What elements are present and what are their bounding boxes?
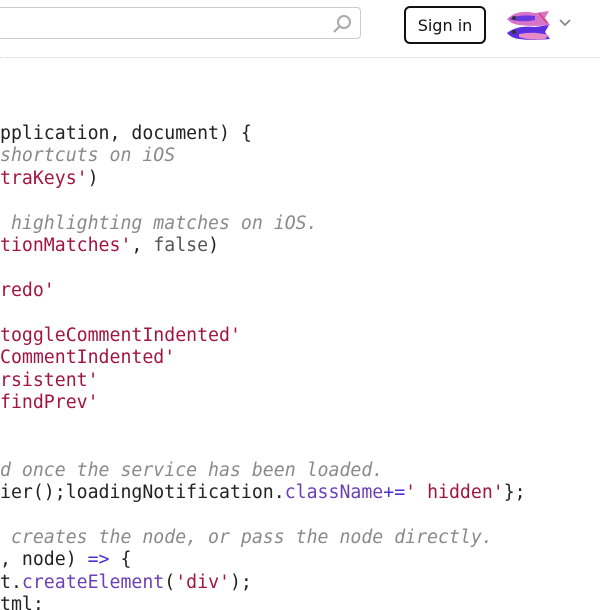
code-token: findPrev' bbox=[0, 392, 99, 414]
code-token: highlighting matches on iOS. bbox=[0, 212, 318, 234]
code-token: t. bbox=[0, 571, 22, 593]
code-token: , bbox=[131, 235, 154, 257]
code-line: rsistent' bbox=[0, 370, 526, 392]
code-token: redo' bbox=[0, 280, 55, 302]
code-token: ' hidden' bbox=[405, 482, 504, 503]
sign-in-button[interactable]: Sign in bbox=[404, 6, 486, 44]
code-line: ier();loadingNotification.className+=' h… bbox=[0, 482, 526, 504]
code-line: toggleCommentIndented' bbox=[0, 325, 526, 347]
code-line: highlighting matches on iOS. bbox=[0, 213, 526, 235]
code-token: ); bbox=[229, 571, 252, 593]
code-line: CommentIndented' bbox=[0, 347, 526, 369]
code-token: ier();loadingNotification. bbox=[0, 482, 285, 503]
code-line: t.createElement('div'); bbox=[0, 572, 526, 594]
code-token: d once the service has been loaded. bbox=[0, 459, 384, 481]
code-token: creates the node, or pass the node direc… bbox=[0, 526, 493, 548]
code-token: ) bbox=[208, 235, 220, 257]
code-line: tml; bbox=[0, 594, 526, 610]
fish-logo-icon[interactable] bbox=[505, 8, 553, 42]
chevron-down-icon[interactable] bbox=[558, 15, 572, 29]
code-token: traKeys' bbox=[0, 167, 88, 189]
code-token: += bbox=[383, 482, 406, 503]
code-line: findPrev' bbox=[0, 392, 526, 414]
code-token: false bbox=[153, 235, 209, 257]
code-token: pplication, document) { bbox=[0, 123, 252, 144]
code-line: pplication, document) { bbox=[0, 123, 526, 145]
code-token: 'div' bbox=[175, 571, 230, 593]
code-token: toggleCommentIndented' bbox=[0, 324, 241, 346]
code-line: tionMatches', false) bbox=[0, 235, 526, 257]
code-token: ( bbox=[164, 571, 176, 593]
search-icon[interactable] bbox=[332, 14, 352, 34]
code-token: }; bbox=[503, 482, 526, 503]
code-line: d once the service has been loaded. bbox=[0, 460, 526, 482]
code-token: className bbox=[284, 482, 384, 503]
code-token: createElement bbox=[21, 571, 165, 593]
code-token: shortcuts on iOS bbox=[0, 145, 176, 167]
code-token: , node) bbox=[0, 549, 88, 571]
code-token: CommentIndented' bbox=[0, 347, 176, 369]
code-token: tionMatches' bbox=[0, 235, 132, 257]
code-block: pplication, document) {shortcuts on iOS t… bbox=[0, 123, 526, 610]
search-input[interactable] bbox=[0, 7, 361, 39]
code-token: ) bbox=[87, 167, 99, 189]
code-token: => bbox=[87, 549, 110, 571]
code-token: tml; bbox=[0, 594, 44, 610]
code-line: redo' bbox=[0, 280, 526, 302]
header-divider bbox=[0, 57, 600, 58]
code-line: traKeys') bbox=[0, 168, 526, 190]
code-line: shortcuts on iOS bbox=[0, 145, 526, 167]
code-token: { bbox=[109, 549, 132, 571]
code-line: creates the node, or pass the node direc… bbox=[0, 527, 526, 549]
code-token: rsistent' bbox=[0, 369, 99, 391]
code-line: , node) => { bbox=[0, 549, 526, 571]
